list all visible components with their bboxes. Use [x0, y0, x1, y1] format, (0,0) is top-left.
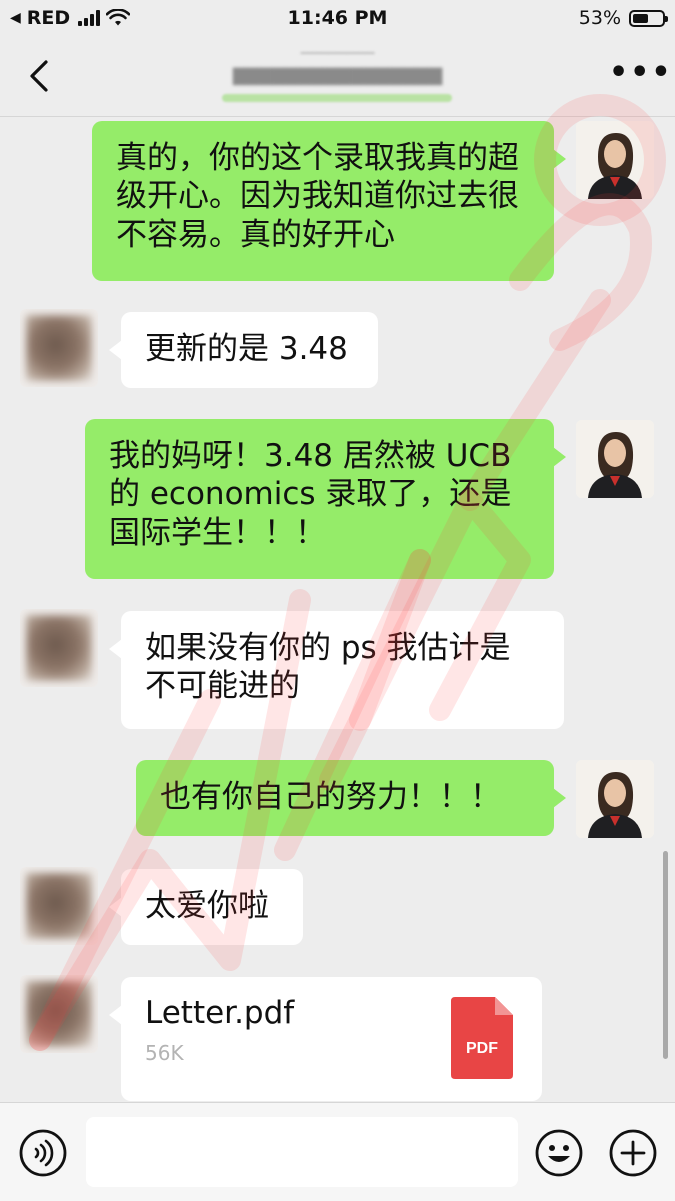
file-name: Letter.pdf	[145, 995, 295, 1031]
message-bubble-sent[interactable]: 我的妈呀！3.48 居然被 UCB 的 economics 录取了，还是国际学生…	[85, 419, 566, 579]
message-text: 太爱你啦	[145, 888, 269, 924]
emoji-button[interactable]	[534, 1128, 584, 1178]
message-bubble-sent[interactable]: 也有你自己的努力！！！	[136, 760, 566, 836]
pdf-icon-label: PDF	[466, 1040, 498, 1057]
my-avatar[interactable]	[576, 420, 654, 498]
message-bubble-received[interactable]: 太爱你啦	[109, 869, 303, 945]
title-redaction-bar	[222, 94, 452, 102]
status-bar: ◀ RED 11:46 PM 53%	[0, 0, 675, 38]
pdf-file-icon: PDF	[451, 997, 513, 1079]
message-bubble-received[interactable]: 如果没有你的 ps 我估计是不可能进的	[109, 611, 564, 729]
contact-avatar[interactable]	[20, 975, 98, 1053]
plus-button[interactable]	[608, 1128, 658, 1178]
contact-avatar[interactable]	[20, 867, 98, 945]
plus-circle-icon	[609, 1129, 657, 1177]
ellipsis-icon: •••	[609, 55, 673, 90]
nav-bar: ▁▁▁▁▁▁▁▁ ▇▇▇▇▇▇▇▇▇▇▇▇▇▇▇▇ •••	[0, 38, 675, 117]
battery-percent: 53%	[578, 7, 621, 29]
battery-icon	[629, 9, 668, 27]
input-bar	[0, 1102, 675, 1201]
emoji-icon	[535, 1129, 583, 1177]
voice-icon	[19, 1129, 67, 1177]
message-text: 如果没有你的 ps 我估计是不可能进的	[145, 630, 511, 705]
message-text: 我的妈呀！3.48 居然被 UCB 的 economics 录取了，还是国际学生…	[109, 438, 512, 551]
scrollbar-thumb[interactable]	[663, 851, 668, 1059]
status-time: 11:46 PM	[287, 7, 388, 29]
file-size: 56K	[145, 1041, 184, 1065]
message-text: 也有你自己的努力！！！	[160, 779, 501, 815]
battery-group: 53%	[578, 7, 668, 29]
my-avatar[interactable]	[576, 760, 654, 838]
message-bubble-sent[interactable]: 真的，你的这个录取我真的超级开心。因为我知道你过去很不容易。真的好开心	[92, 121, 566, 281]
voice-button[interactable]	[18, 1128, 68, 1178]
contact-avatar[interactable]	[20, 309, 98, 387]
message-text: 真的，你的这个录取我真的超级开心。因为我知道你过去很不容易。真的好开心	[116, 140, 519, 253]
file-attachment-card[interactable]: Letter.pdf 56K PDF	[109, 977, 542, 1101]
message-text: 更新的是 3.48	[145, 331, 348, 367]
message-bubble-received[interactable]: 更新的是 3.48	[109, 312, 378, 388]
chat-title-redacted: ▇▇▇▇▇▇▇▇▇▇▇▇▇▇▇▇	[232, 66, 443, 86]
contact-avatar[interactable]	[20, 609, 98, 687]
more-button[interactable]: •••	[609, 58, 671, 88]
message-input[interactable]	[86, 1117, 518, 1187]
my-avatar[interactable]	[576, 121, 654, 199]
nav-subtitle-redacted: ▁▁▁▁▁▁▁▁	[300, 40, 375, 54]
chat-area[interactable]: 真的，你的这个录取我真的超级开心。因为我知道你过去很不容易。真的好开心 更新的是…	[0, 117, 675, 1102]
